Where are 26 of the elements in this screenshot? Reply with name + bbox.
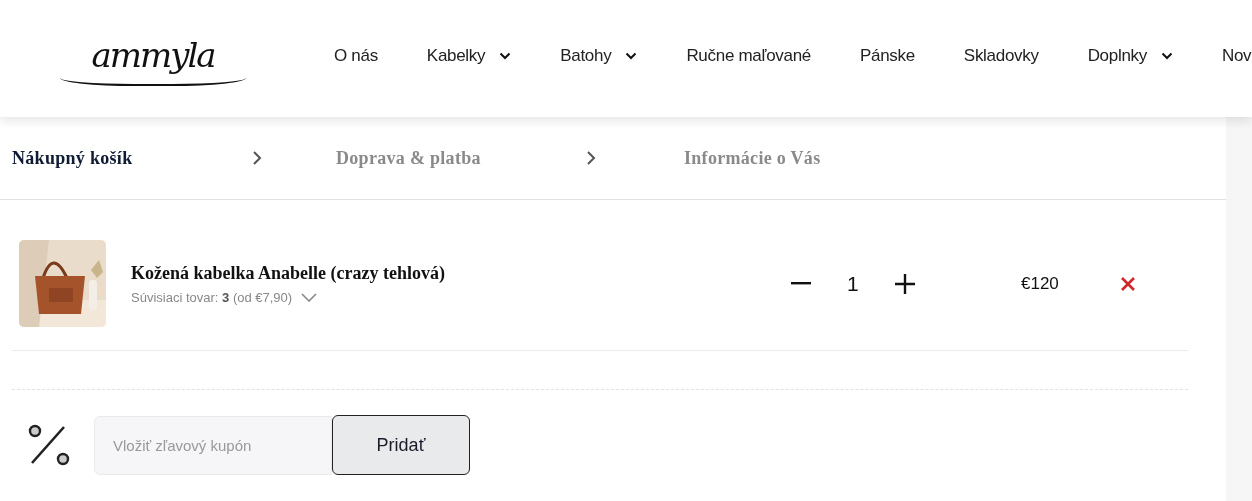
nav-link[interactable]: Ručne maľované — [686, 46, 811, 66]
nav-link[interactable]: Kabelky — [426, 46, 512, 66]
nav-link[interactable]: Doplnky — [1087, 46, 1173, 66]
nav-link[interactable]: Batohy — [560, 46, 638, 66]
nav-link[interactable]: Skladovky — [963, 46, 1039, 66]
coupon-field[interactable]: Vložiť zľavový kupón — [94, 415, 332, 475]
checkout-step[interactable]: Nákupný košík — [12, 147, 133, 169]
add-coupon-button[interactable]: Pridať — [332, 415, 470, 475]
quantity-value: 1 — [847, 271, 859, 296]
chevron-right-icon — [586, 150, 596, 166]
chevron-right-icon — [252, 150, 262, 166]
percent-icon — [28, 424, 70, 466]
nav-link[interactable]: Pánske — [859, 46, 915, 66]
item-price: €120 — [1021, 273, 1060, 294]
chevron-down-icon[interactable] — [301, 292, 318, 302]
chevron-down-icon — [499, 52, 512, 60]
chevron-down-icon — [1160, 52, 1173, 60]
logo[interactable]: ammyla — [60, 26, 246, 86]
nav-link[interactable]: Nov — [1221, 46, 1252, 66]
minus-icon[interactable] — [791, 282, 811, 285]
nav-link[interactable]: O nás — [334, 46, 378, 66]
chevron-down-icon — [625, 52, 638, 60]
remove-icon[interactable] — [1121, 276, 1135, 291]
related-products-text: Súvisiaci tovar: 3 (od €7,90) — [131, 289, 293, 305]
product-name[interactable]: Kožená kabelka Anabelle (crazy tehlová) — [131, 262, 791, 284]
plus-icon[interactable] — [894, 273, 915, 294]
